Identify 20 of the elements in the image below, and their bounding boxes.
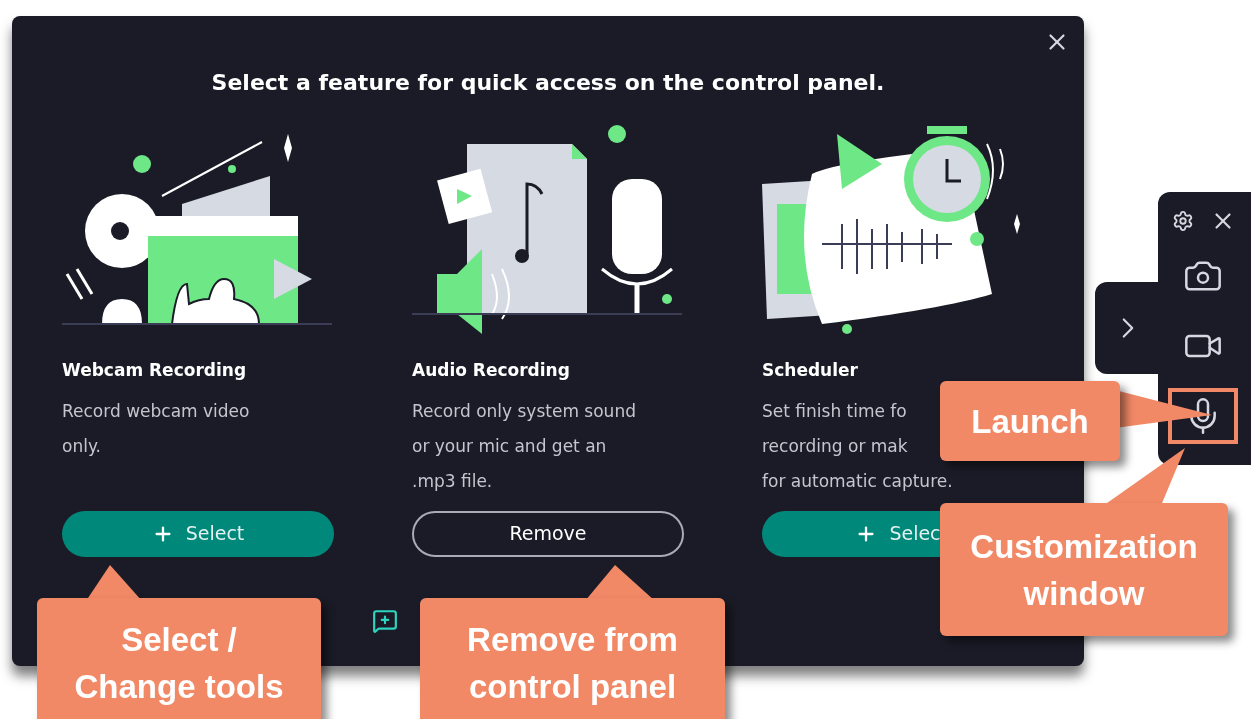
description-line: Set finish time fo: [762, 399, 907, 423]
description-line: .mp3 file.: [412, 469, 493, 493]
feature-title: Scheduler: [762, 359, 859, 382]
callout-label: Launch: [970, 401, 1090, 442]
description-line: Record only system sound: [412, 399, 636, 423]
dialog-title: Select a feature for quick access on the control panel.: [211, 69, 885, 97]
callout-label: Remove from control panel: [466, 620, 679, 707]
feature-title: Webcam Recording: [62, 359, 248, 382]
feedback-icon[interactable]: [372, 608, 398, 634]
remove-button[interactable]: Remove: [412, 510, 684, 557]
callout-label: Select / Change tools: [73, 620, 285, 707]
description-line: for automatic capture.: [762, 469, 953, 493]
expand-tab[interactable]: [1095, 282, 1161, 374]
settings-icon[interactable]: [1172, 210, 1194, 232]
feature-title: Audio Recording: [412, 359, 571, 382]
description-line: only.: [62, 434, 101, 458]
select-button[interactable]: Select: [62, 510, 334, 557]
description-line: or your mic and get an: [412, 434, 607, 458]
description-line: Record webcam video: [62, 399, 250, 423]
description-line: recording or mak: [762, 434, 908, 458]
